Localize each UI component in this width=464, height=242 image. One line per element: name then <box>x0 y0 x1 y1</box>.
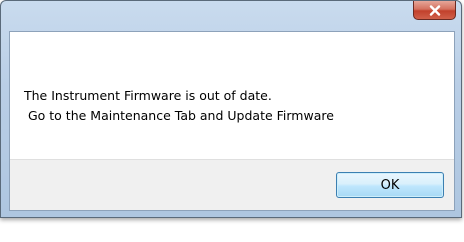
close-button[interactable] <box>413 1 456 20</box>
ok-button[interactable]: OK <box>336 172 444 198</box>
title-bar[interactable] <box>1 1 461 31</box>
dialog-window: The Instrument Firmware is out of date. … <box>0 0 462 218</box>
message-line-1: The Instrument Firmware is out of date. <box>24 88 272 103</box>
dialog-content: The Instrument Firmware is out of date. … <box>9 31 455 211</box>
message-line-2: Go to the Maintenance Tab and Update Fir… <box>24 108 334 123</box>
message-text: The Instrument Firmware is out of date. … <box>24 86 334 126</box>
close-icon <box>429 4 441 16</box>
button-area: OK <box>10 159 454 210</box>
